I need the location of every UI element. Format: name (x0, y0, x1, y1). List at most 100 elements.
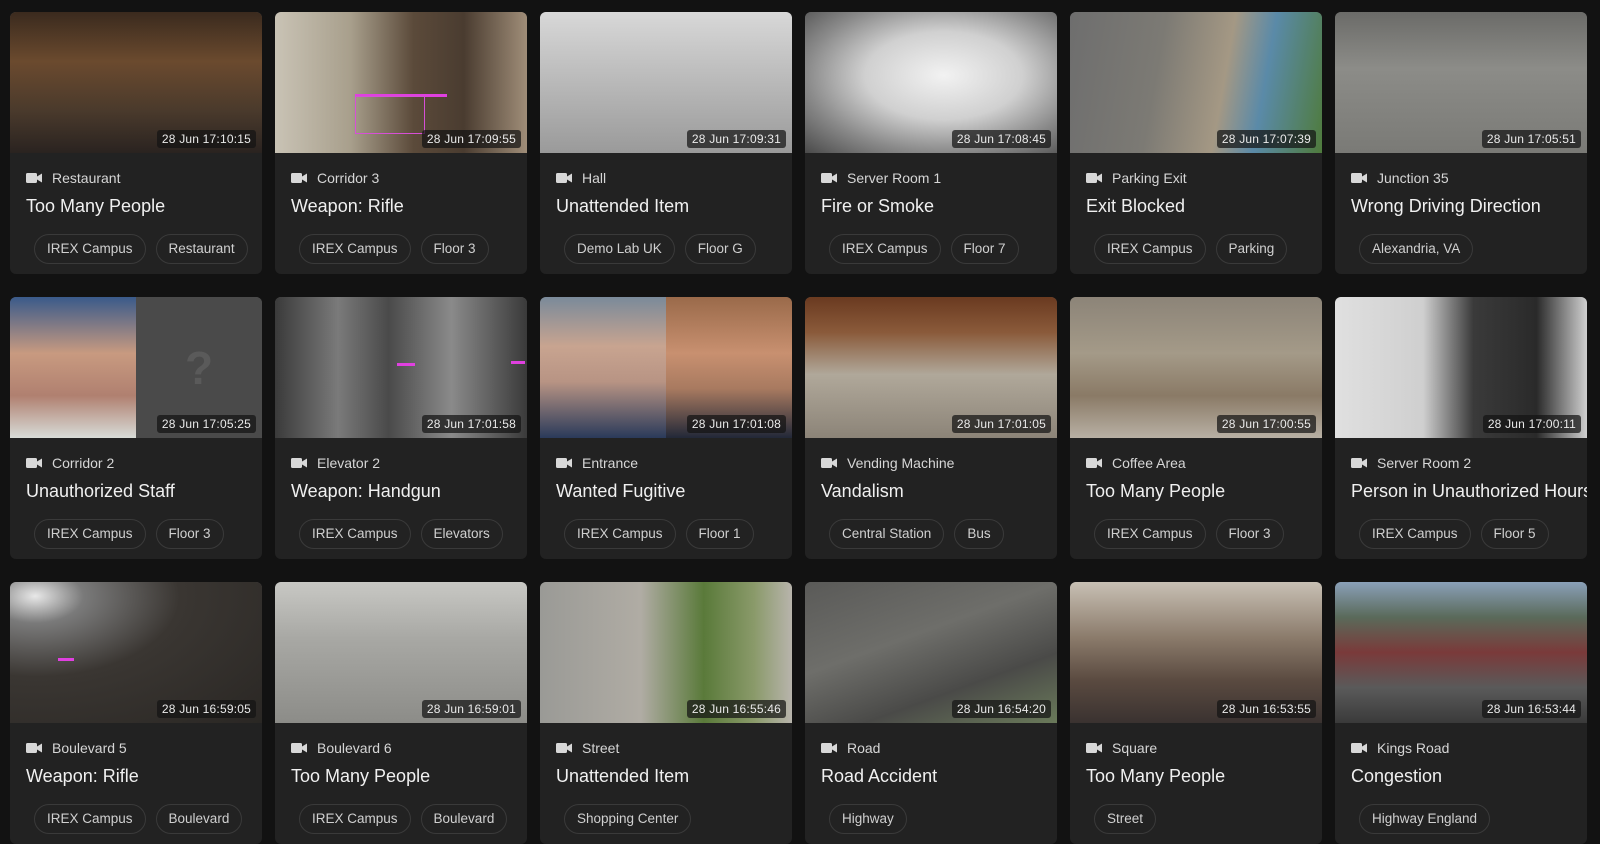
event-card-2[interactable]: 28 Jun 17:09:55 Corridor 3 Weapon: Rifle… (275, 12, 527, 274)
event-timestamp: 28 Jun 17:00:11 (1482, 415, 1581, 433)
location-tag[interactable]: IREX Campus (299, 234, 411, 264)
event-card-7[interactable]: ? 28 Jun 17:05:25 Corridor 2 Unauthorize… (10, 297, 262, 559)
event-thumbnail[interactable]: 28 Jun 16:55:46 (540, 582, 792, 723)
event-card-17[interactable]: 28 Jun 16:53:55 Square Too Many People S… (1070, 582, 1322, 844)
event-timestamp: 28 Jun 16:59:01 (421, 700, 521, 718)
location-tag[interactable]: Street (1094, 804, 1157, 834)
event-thumbnail[interactable]: 28 Jun 16:59:01 (275, 582, 527, 723)
tag-list: Alexandria, VA (1351, 234, 1571, 264)
event-timestamp: 28 Jun 17:08:45 (951, 130, 1051, 148)
event-timestamp: 28 Jun 17:05:25 (156, 415, 256, 433)
event-thumbnail[interactable]: 28 Jun 17:09:31 (540, 12, 792, 153)
event-thumbnail[interactable]: 28 Jun 16:53:44 (1335, 582, 1587, 723)
camera-name: Entrance (582, 455, 639, 471)
location-tag[interactable]: Highway England (1359, 804, 1491, 834)
event-card-4[interactable]: 28 Jun 17:08:45 Server Room 1 Fire or Sm… (805, 12, 1057, 274)
event-grid: 28 Jun 17:10:15 Restaurant Too Many Peop… (10, 12, 1587, 844)
event-card-10[interactable]: 28 Jun 17:01:05 Vending Machine Vandalis… (805, 297, 1057, 559)
location-tag[interactable]: Floor 5 (1480, 519, 1549, 549)
video-camera-icon (1351, 458, 1367, 468)
location-tag[interactable]: Elevators (420, 519, 503, 549)
camera-name: Street (582, 740, 620, 756)
event-thumbnail[interactable]: 28 Jun 17:00:55 (1070, 297, 1322, 438)
event-title: Too Many People (291, 766, 431, 786)
location-tag[interactable]: Highway (829, 804, 907, 834)
location-tag[interactable]: Demo Lab UK (564, 234, 675, 264)
location-tag[interactable]: Floor G (684, 234, 756, 264)
video-camera-icon (556, 173, 572, 183)
event-timestamp: 28 Jun 17:07:39 (1216, 130, 1316, 148)
location-tag[interactable]: Bus (954, 519, 1004, 549)
detection-highlight (58, 658, 74, 661)
event-card-18[interactable]: 28 Jun 16:53:44 Kings Road Congestion Hi… (1335, 582, 1587, 844)
event-thumbnail[interactable]: 28 Jun 17:08:45 (805, 12, 1057, 153)
location-tag[interactable]: IREX Campus (34, 804, 146, 834)
camera-name: Road (847, 740, 881, 756)
tag-list: Central Station Bus (821, 519, 1041, 549)
event-thumbnail[interactable]: 28 Jun 17:00:11 (1335, 297, 1587, 438)
event-card-14[interactable]: 28 Jun 16:59:01 Boulevard 6 Too Many Peo… (275, 582, 527, 844)
event-card-9[interactable]: 28 Jun 17:01:08 Entrance Wanted Fugitive… (540, 297, 792, 559)
event-thumbnail[interactable]: 28 Jun 17:05:51 (1335, 12, 1587, 153)
location-tag[interactable]: Boulevard (155, 804, 243, 834)
event-timestamp: 28 Jun 17:00:55 (1216, 415, 1316, 433)
event-card-5[interactable]: 28 Jun 17:07:39 Parking Exit Exit Blocke… (1070, 12, 1322, 274)
event-card-12[interactable]: 28 Jun 17:00:11 Server Room 2 Person in … (1335, 297, 1587, 559)
video-camera-icon (1086, 458, 1102, 468)
event-card-16[interactable]: 28 Jun 16:54:20 Road Road Accident Highw… (805, 582, 1057, 844)
camera-name: Kings Road (1377, 740, 1450, 756)
location-tag[interactable]: IREX Campus (1094, 234, 1206, 264)
event-card-6[interactable]: 28 Jun 17:05:51 Junction 35 Wrong Drivin… (1335, 12, 1587, 274)
location-tag[interactable]: Floor 7 (950, 234, 1019, 264)
location-tag[interactable]: Alexandria, VA (1359, 234, 1474, 264)
event-thumbnail[interactable]: 28 Jun 16:53:55 (1070, 582, 1322, 723)
camera-name: Boulevard 5 (52, 740, 127, 756)
event-title: Congestion (1351, 766, 1443, 786)
event-thumbnail[interactable]: 28 Jun 17:10:15 (10, 12, 262, 153)
event-title: Vandalism (821, 481, 904, 501)
event-thumbnail[interactable]: 28 Jun 16:54:20 (805, 582, 1057, 723)
event-card-11[interactable]: 28 Jun 17:00:55 Coffee Area Too Many Peo… (1070, 297, 1322, 559)
tag-list: IREX Campus Floor 7 (821, 234, 1041, 264)
camera-name: Server Room 2 (1377, 455, 1472, 471)
event-thumbnail[interactable]: 28 Jun 17:07:39 (1070, 12, 1322, 153)
location-tag[interactable]: Floor 3 (1215, 519, 1284, 549)
location-tag[interactable]: IREX Campus (34, 519, 146, 549)
location-tag[interactable]: IREX Campus (829, 234, 941, 264)
event-timestamp: 28 Jun 17:10:15 (156, 130, 256, 148)
video-camera-icon (556, 743, 572, 753)
location-tag[interactable]: Parking (1215, 234, 1288, 264)
camera-name: Hall (582, 170, 607, 186)
video-camera-icon (556, 458, 572, 468)
location-tag[interactable]: IREX Campus (1094, 519, 1206, 549)
location-tag[interactable]: Shopping Center (564, 804, 692, 834)
location-tag[interactable]: Restaurant (155, 234, 248, 264)
location-tag[interactable]: IREX Campus (1359, 519, 1471, 549)
event-card-15[interactable]: 28 Jun 16:55:46 Street Unattended Item S… (540, 582, 792, 844)
event-card-8[interactable]: 28 Jun 17:01:58 Elevator 2 Weapon: Handg… (275, 297, 527, 559)
video-camera-icon (291, 173, 307, 183)
location-tag[interactable]: IREX Campus (299, 804, 411, 834)
event-card-1[interactable]: 28 Jun 17:10:15 Restaurant Too Many Peop… (10, 12, 262, 274)
event-card-13[interactable]: 28 Jun 16:59:05 Boulevard 5 Weapon: Rifl… (10, 582, 262, 844)
location-tag[interactable]: IREX Campus (299, 519, 411, 549)
event-thumbnail[interactable]: 28 Jun 17:01:58 (275, 297, 527, 438)
camera-name: Coffee Area (1112, 455, 1186, 471)
location-tag[interactable]: IREX Campus (34, 234, 146, 264)
location-tag[interactable]: Floor 3 (155, 519, 224, 549)
location-tag[interactable]: IREX Campus (564, 519, 676, 549)
event-thumbnail[interactable]: 28 Jun 17:09:55 (275, 12, 527, 153)
event-thumbnail[interactable]: 28 Jun 17:01:05 (805, 297, 1057, 438)
location-tag[interactable]: Boulevard (420, 804, 508, 834)
event-card-3[interactable]: 28 Jun 17:09:31 Hall Unattended Item Dem… (540, 12, 792, 274)
event-thumbnail[interactable]: 28 Jun 17:01:08 (540, 297, 792, 438)
location-tag[interactable]: Floor 3 (420, 234, 489, 264)
location-tag[interactable]: Floor 1 (685, 519, 754, 549)
event-title: Weapon: Handgun (291, 481, 441, 501)
event-thumbnail[interactable]: ? 28 Jun 17:05:25 (10, 297, 262, 438)
location-tag[interactable]: Central Station (829, 519, 945, 549)
tag-list: IREX Campus Restaurant (26, 234, 248, 264)
event-title: Unauthorized Staff (26, 481, 175, 501)
video-camera-icon (26, 743, 42, 753)
event-thumbnail[interactable]: 28 Jun 16:59:05 (10, 582, 262, 723)
